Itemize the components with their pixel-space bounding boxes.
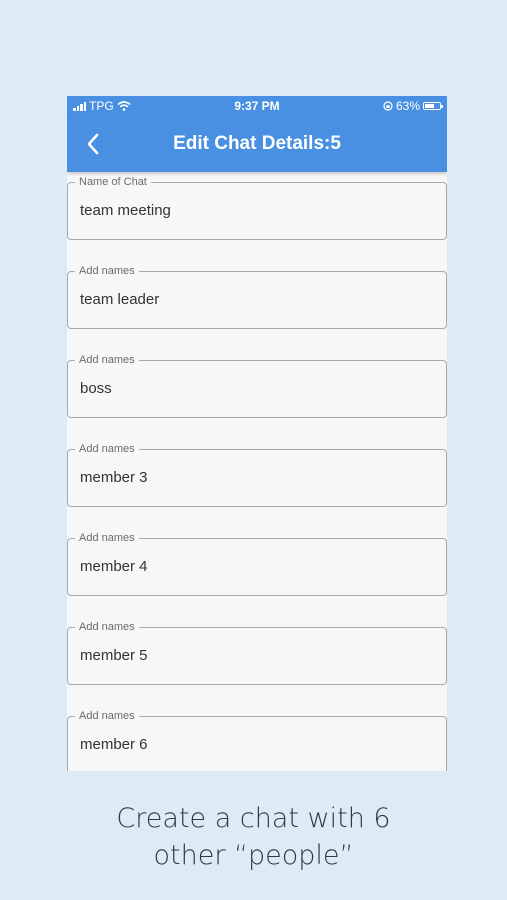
- field-label: Add names: [75, 710, 139, 722]
- field-value[interactable]: member 5: [80, 647, 148, 664]
- add-name-field[interactable]: Add names member 5: [67, 621, 447, 685]
- phone-screen: TPG 9:37 PM 63% Edit Chat Details:5 Name…: [67, 96, 447, 771]
- battery-icon: [423, 102, 443, 110]
- page-title: Edit Chat Details:5: [173, 133, 341, 154]
- field-label: Name of Chat: [75, 176, 151, 188]
- field-outline[interactable]: [67, 360, 447, 418]
- status-bar: TPG 9:37 PM 63%: [67, 96, 447, 116]
- field-value[interactable]: team leader: [80, 291, 159, 308]
- orientation-lock-icon: [383, 101, 393, 111]
- field-label: Add names: [75, 443, 139, 455]
- caption-line-1: Create a chat with 6: [116, 803, 391, 834]
- caption-line-2: other “people”: [153, 840, 354, 871]
- field-label: Add names: [75, 621, 139, 633]
- field-label: Add names: [75, 354, 139, 366]
- app-bar: Edit Chat Details:5: [67, 116, 447, 172]
- status-right: 63%: [383, 99, 443, 113]
- add-name-field[interactable]: Add names member 3: [67, 443, 447, 507]
- add-name-field[interactable]: Add names member 6: [67, 710, 447, 771]
- field-value[interactable]: boss: [80, 380, 112, 397]
- field-label: Add names: [75, 532, 139, 544]
- field-value[interactable]: member 3: [80, 469, 148, 486]
- field-value[interactable]: team meeting: [80, 202, 171, 219]
- battery-percent: 63%: [395, 99, 420, 113]
- field-value[interactable]: member 6: [80, 736, 148, 753]
- add-name-field[interactable]: Add names member 4: [67, 532, 447, 596]
- add-name-field[interactable]: Add names boss: [67, 354, 447, 418]
- battery-fill: [425, 104, 434, 108]
- field-label: Add names: [75, 265, 139, 277]
- promo-caption: Create a chat with 6 other “people”: [0, 800, 507, 874]
- add-name-field[interactable]: Add names team leader: [67, 265, 447, 329]
- chat-name-field[interactable]: Name of Chat team meeting: [67, 176, 447, 240]
- field-value[interactable]: member 4: [80, 558, 148, 575]
